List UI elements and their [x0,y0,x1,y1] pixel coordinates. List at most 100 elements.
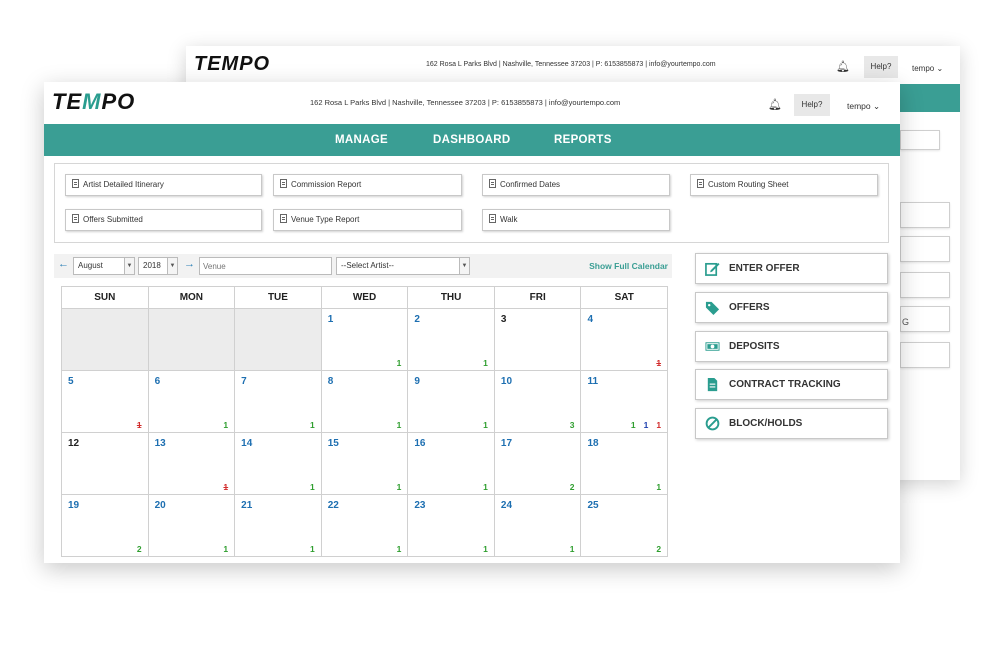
calendar-day-7[interactable]: 71 [235,371,322,433]
deposits-button[interactable]: DEPOSITS [695,331,888,362]
back-action-2[interactable] [900,236,950,262]
next-month-arrow-icon[interactable]: → [184,258,195,270]
report-confirmed-dates[interactable]: Confirmed Dates [482,174,670,196]
day-number[interactable]: 25 [587,500,598,511]
day-number[interactable]: 23 [414,500,425,511]
show-full-calendar-link[interactable]: Show Full Calendar [589,261,668,271]
report-offers-submitted[interactable]: Offers Submitted [65,209,262,231]
day-number[interactable]: 17 [501,438,512,449]
day-number[interactable]: 8 [328,376,334,387]
day-number[interactable]: 2 [414,314,420,325]
event-count-badge[interactable]: 1 [644,420,649,430]
offers-button[interactable]: OFFERS [695,292,888,323]
report-artist-itinerary[interactable]: Artist Detailed Itinerary [65,174,262,196]
event-count-badge[interactable]: 2 [137,544,142,554]
event-count-badge[interactable]: 2 [656,544,661,554]
calendar-day-22[interactable]: 22 1 [321,495,409,557]
calendar-day-14[interactable]: 14 1 [235,433,322,495]
nav-reports[interactable]: REPORTS [554,124,612,156]
back-action-1[interactable] [900,202,950,228]
back-bell-icon[interactable]: 🔔︎ [836,60,850,73]
event-count-badge[interactable]: 1 [656,482,661,492]
calendar-day-13[interactable]: 13 1 [148,433,236,495]
calendar-day-3[interactable]: 3 [494,309,582,371]
nav-dashboard[interactable]: DASHBOARD [433,124,510,156]
day-number[interactable]: 19 [68,500,79,511]
calendar-day-4[interactable]: 41 [581,309,669,371]
calendar-day-15[interactable]: 15 1 [321,433,409,495]
artist-select[interactable]: --Select Artist-- ▼ [336,257,470,275]
year-select[interactable]: 2018 ▼ [138,257,178,275]
report-venue-type[interactable]: Venue Type Report [273,209,462,231]
day-number[interactable]: 22 [328,500,339,511]
report-custom-routing[interactable]: Custom Routing Sheet [690,174,878,196]
event-count-badge[interactable]: 1 [310,420,315,430]
bell-icon[interactable]: 🔔︎ [768,98,782,111]
block-holds-button[interactable]: BLOCK/HOLDS [695,408,888,439]
event-count-badge[interactable]: 1 [310,544,315,554]
back-help-button[interactable]: Help? [864,56,898,78]
event-count-badge[interactable]: 1 [397,358,402,368]
calendar-day-8[interactable]: 81 [321,371,409,433]
day-number[interactable]: 1 [328,314,334,325]
month-select[interactable]: August ▼ [73,257,135,275]
calendar-day-5[interactable]: 51 [62,371,149,433]
calendar-day-20[interactable]: 20 1 [148,495,236,557]
event-count-badge[interactable]: 1 [223,420,228,430]
calendar-day-24[interactable]: 24 1 [494,495,582,557]
day-number[interactable]: 6 [155,376,161,387]
help-button[interactable]: Help? [794,94,830,116]
event-count-badge[interactable]: 1 [223,482,228,492]
day-number[interactable]: 4 [587,314,593,325]
back-action-5[interactable] [900,342,950,368]
enter-offer-button[interactable]: ENTER OFFER [695,253,888,284]
event-count-badge[interactable]: 1 [223,544,228,554]
event-count-badge[interactable]: 1 [483,358,488,368]
day-number[interactable]: 21 [241,500,252,511]
calendar-day-10[interactable]: 10 3 [494,371,582,433]
calendar-day-6[interactable]: 61 [148,371,236,433]
day-number[interactable]: 24 [501,500,512,511]
event-count-badge[interactable]: 1 [137,420,142,430]
calendar-day-12[interactable]: 12 [62,433,149,495]
report-walk[interactable]: Walk [482,209,670,231]
event-count-badge[interactable]: 1 [397,420,402,430]
day-number[interactable]: 3 [501,314,507,325]
event-count-badge[interactable]: 1 [570,544,575,554]
day-number[interactable]: 5 [68,376,74,387]
nav-manage[interactable]: MANAGE [335,124,388,156]
calendar-day-9[interactable]: 91 [408,371,495,433]
venue-input[interactable] [199,257,332,275]
calendar-day-18[interactable]: 18 1 [581,433,669,495]
event-count-badge[interactable]: 3 [570,420,575,430]
event-count-badge[interactable]: 2 [570,482,575,492]
calendar-day-21[interactable]: 21 1 [235,495,322,557]
day-number[interactable]: 10 [501,376,512,387]
calendar-day-1[interactable]: 11 [321,309,409,371]
day-number[interactable]: 18 [587,438,598,449]
day-number[interactable]: 15 [328,438,339,449]
tempo-logo[interactable]: TEMPO [52,89,135,115]
event-count-badge[interactable]: 1 [656,420,661,430]
calendar-day-23[interactable]: 23 1 [408,495,495,557]
calendar-day-2[interactable]: 21 [408,309,495,371]
event-count-badge[interactable]: 1 [310,482,315,492]
back-action-3[interactable] [900,272,950,298]
back-user-menu[interactable]: tempo ⌄ [912,64,943,73]
event-count-badge[interactable]: 1 [397,482,402,492]
calendar-day-11[interactable]: 11 1 1 1 [581,371,669,433]
day-number[interactable]: 11 [587,376,598,387]
calendar-day-19[interactable]: 19 2 [62,495,149,557]
calendar-day-25[interactable]: 25 2 [581,495,669,557]
event-count-badge[interactable]: 1 [483,482,488,492]
calendar-day-16[interactable]: 16 1 [408,433,495,495]
event-count-badge[interactable]: 1 [656,358,661,368]
event-count-badge[interactable]: 1 [483,420,488,430]
day-number[interactable]: 14 [241,438,252,449]
report-commission[interactable]: Commission Report [273,174,462,196]
event-count-badge[interactable]: 1 [483,544,488,554]
prev-month-arrow-icon[interactable]: ← [58,258,69,270]
day-number[interactable]: 7 [241,376,247,387]
day-number[interactable]: 9 [414,376,420,387]
day-number[interactable]: 20 [155,500,166,511]
